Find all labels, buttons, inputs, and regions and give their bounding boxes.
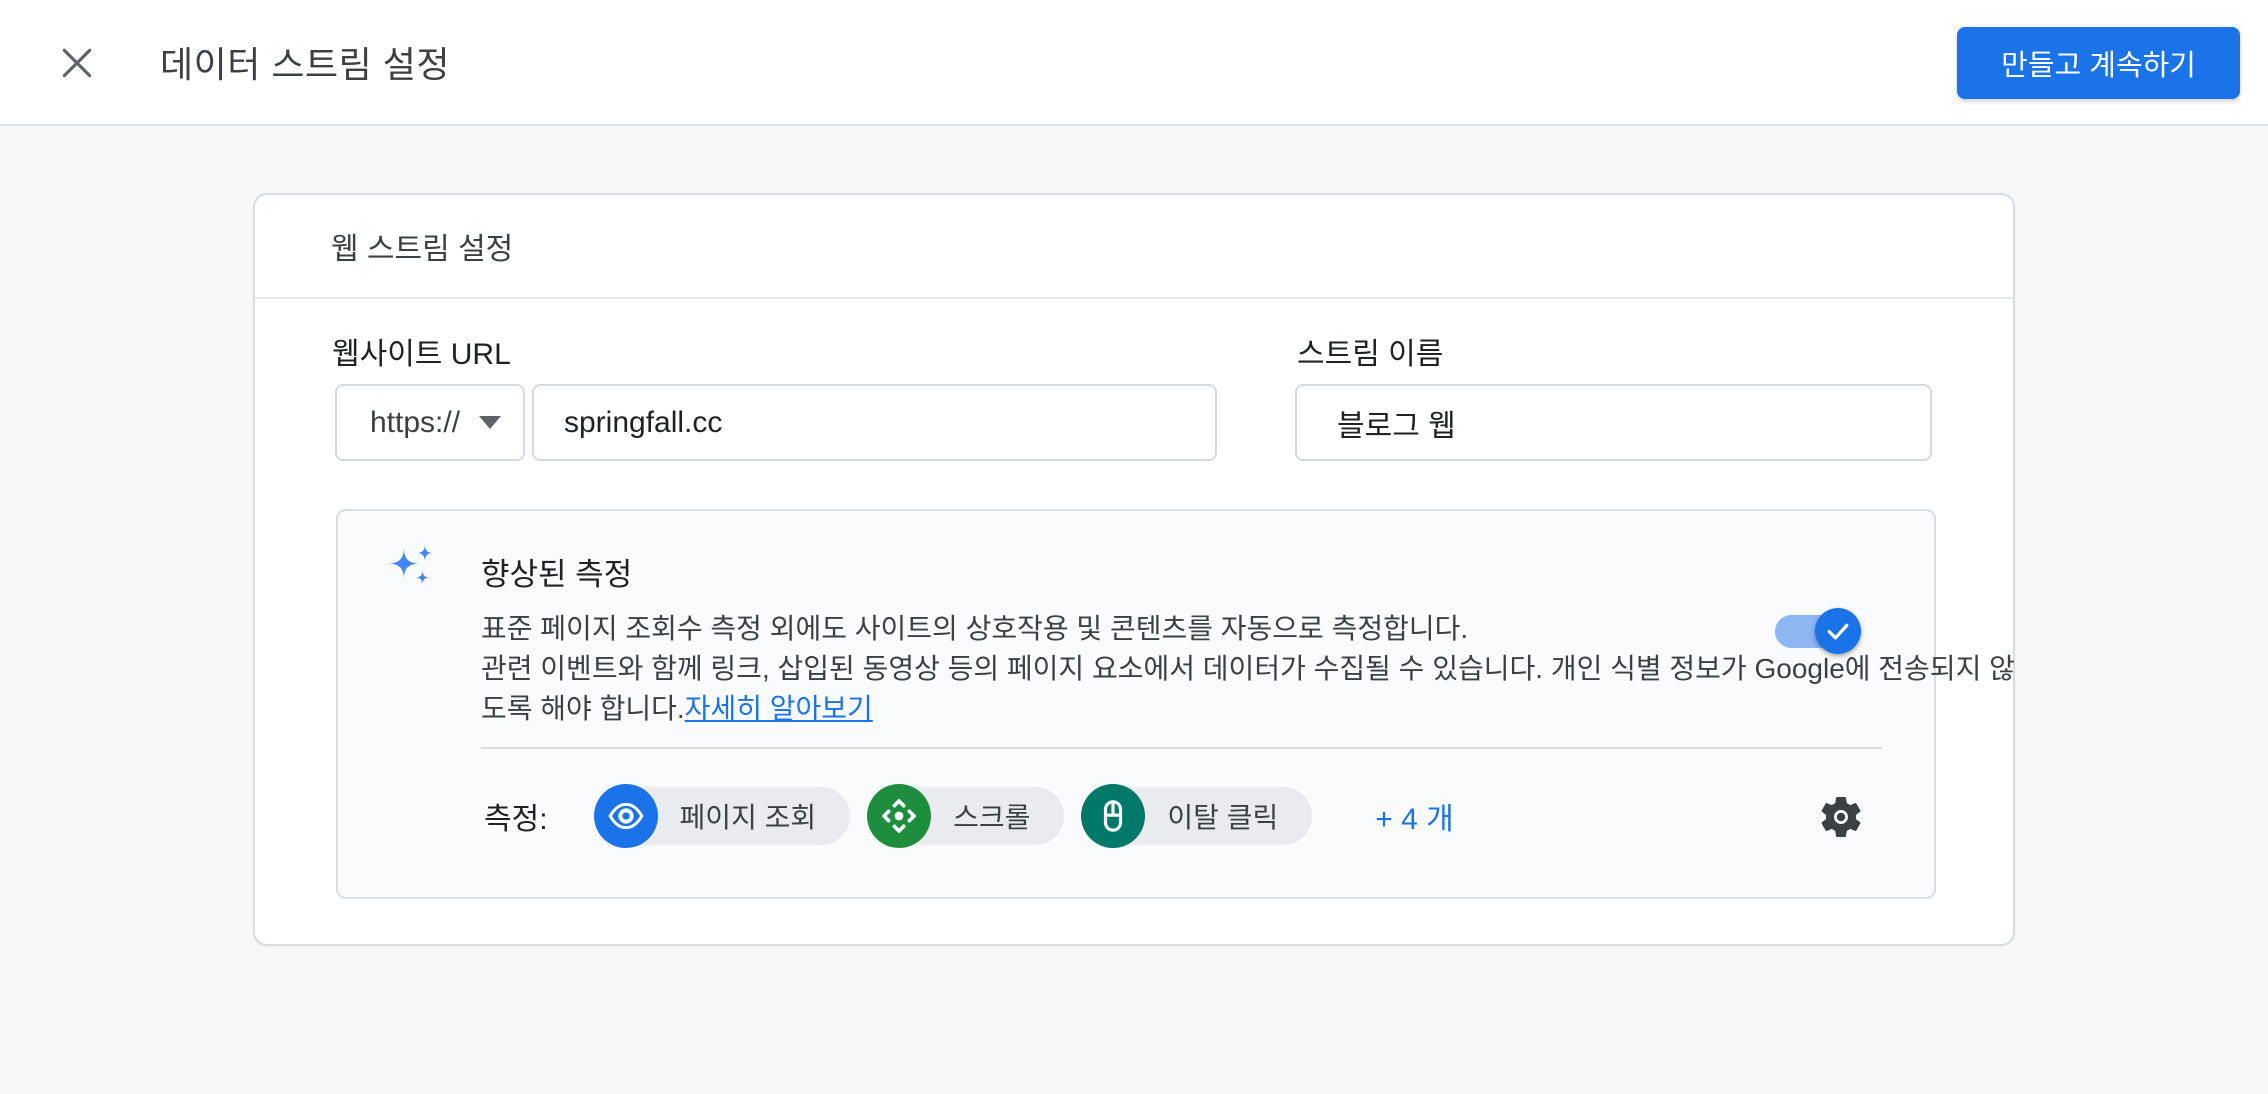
measurement-chips-row: 측정: 페이지 조회 — [484, 783, 1882, 849]
description-line-3: 도록 해야 합니다.자세히 알아보기 — [481, 689, 1781, 729]
web-stream-settings-card: 웹 스트림 설정 웹사이트 URL 스트림 이름 https:// 향상된 측정… — [253, 193, 2015, 946]
toggle-thumb-checked — [1815, 608, 1861, 654]
stream-name-label: 스트림 이름 — [1297, 329, 1443, 373]
chip-label: 페이지 조회 — [626, 787, 851, 845]
divider — [481, 747, 1882, 749]
enhanced-measurement-toggle[interactable] — [1775, 608, 1855, 654]
close-icon — [58, 70, 96, 85]
dialog-title: 데이터 스트림 설정 — [160, 36, 450, 88]
enhanced-measurement-title: 향상된 측정 — [481, 549, 632, 594]
chip-page-view[interactable]: 페이지 조회 — [594, 784, 851, 848]
protocol-selected-value: https:// — [370, 406, 460, 440]
sparkles-icon — [384, 539, 440, 595]
more-events-link[interactable]: + 4 개 — [1375, 794, 1453, 838]
create-and-continue-button[interactable]: 만들고 계속하기 — [1957, 27, 2240, 99]
description-line-1: 표준 페이지 조회수 측정 외에도 사이트의 상호작용 및 콘텐츠를 자동으로 … — [481, 609, 1781, 649]
description-line-2: 관련 이벤트와 함께 링크, 삽입된 동영상 등의 페이지 요소에서 데이터가 … — [481, 649, 1781, 689]
website-url-input[interactable] — [532, 384, 1217, 461]
chip-outbound-click[interactable]: 이탈 클릭 — [1081, 784, 1312, 848]
chevron-down-icon — [479, 416, 501, 429]
website-url-label: 웹사이트 URL — [332, 329, 511, 373]
stream-name-input[interactable] — [1295, 384, 1932, 461]
enhanced-measurement-section: 향상된 측정 표준 페이지 조회수 측정 외에도 사이트의 상호작용 및 콘텐츠… — [336, 509, 1936, 899]
card-title: 웹 스트림 설정 — [255, 195, 2013, 299]
learn-more-link[interactable]: 자세히 알아보기 — [685, 693, 873, 724]
mouse-icon — [1081, 784, 1145, 848]
protocol-select[interactable]: https:// — [335, 384, 525, 461]
scroll-icon — [867, 784, 931, 848]
dialog-header: 데이터 스트림 설정 만들고 계속하기 — [0, 0, 2268, 126]
eye-icon — [594, 784, 658, 848]
gear-icon — [1817, 829, 1865, 844]
close-button[interactable] — [54, 40, 100, 86]
chip-scroll[interactable]: 스크롤 — [867, 784, 1064, 848]
settings-button[interactable] — [1816, 793, 1866, 843]
measure-label: 측정: — [484, 794, 548, 838]
enhanced-measurement-description: 표준 페이지 조회수 측정 외에도 사이트의 상호작용 및 콘텐츠를 자동으로 … — [481, 609, 1781, 729]
description-line-3-text: 도록 해야 합니다. — [481, 693, 685, 724]
